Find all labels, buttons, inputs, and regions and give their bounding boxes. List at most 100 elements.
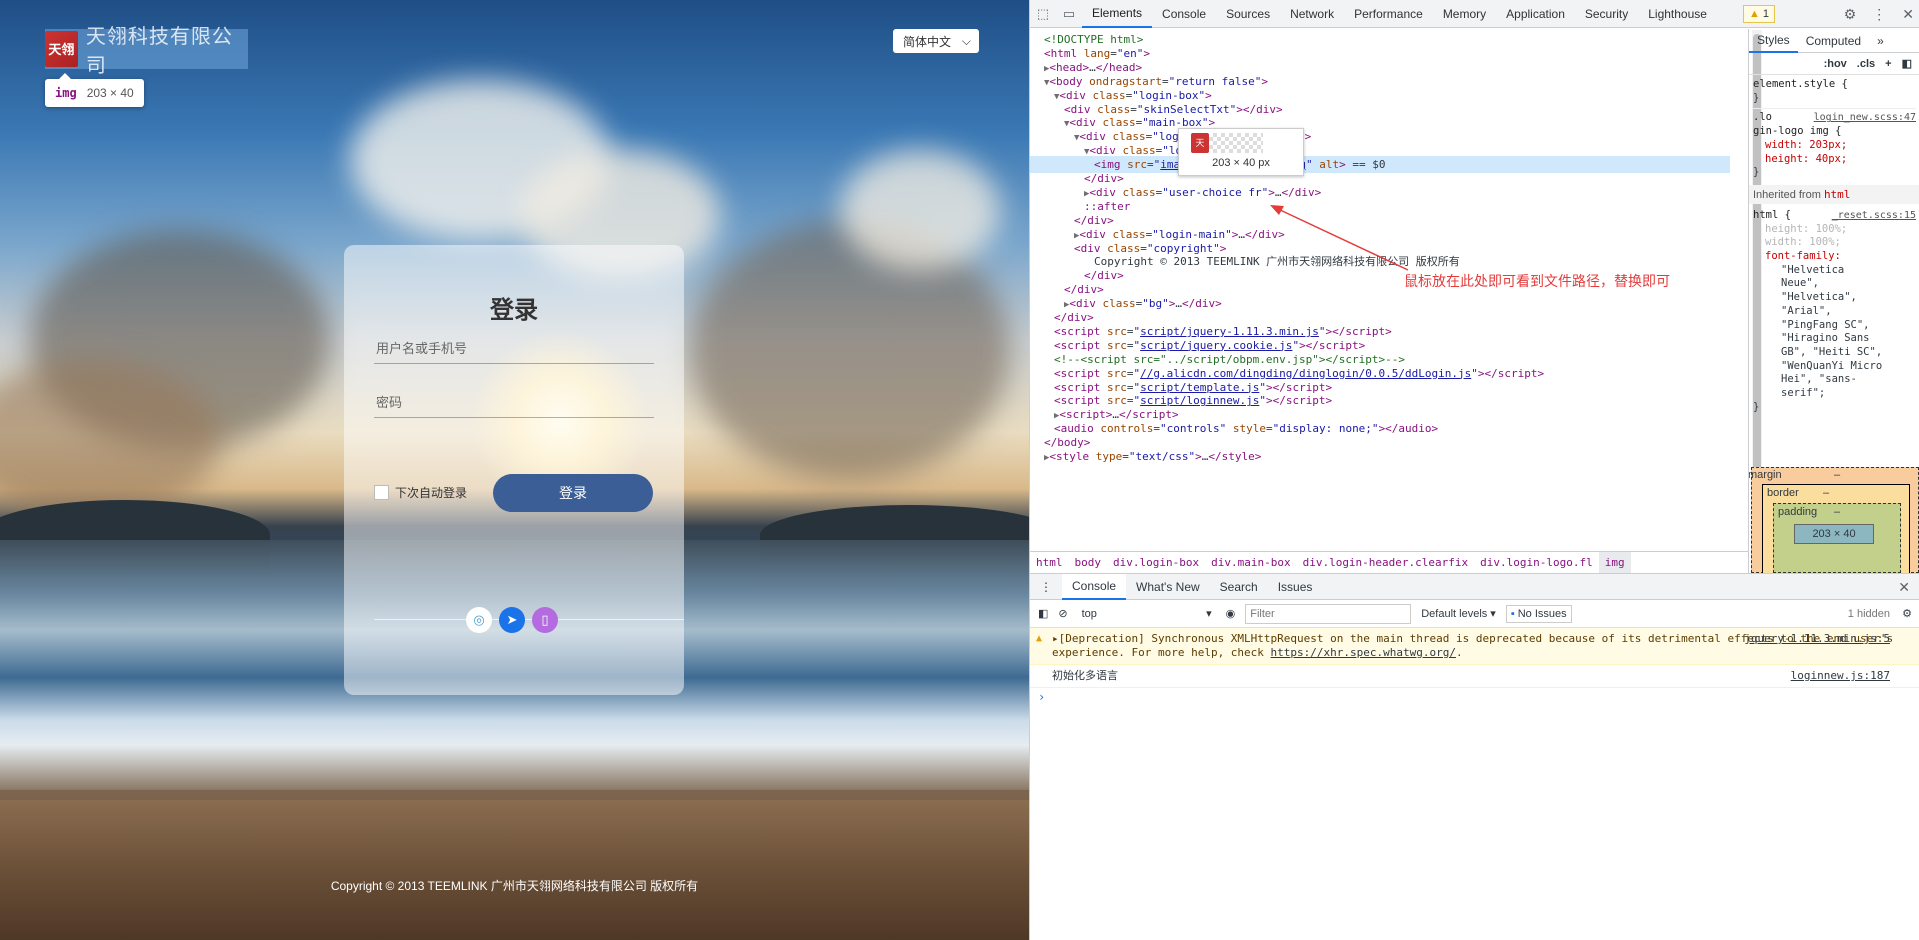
logo-mark-icon: 天翎: [45, 31, 78, 67]
tab-sources[interactable]: Sources: [1216, 0, 1280, 28]
drawer-tab-list: Console What's New Search Issues: [1062, 573, 1323, 600]
breadcrumb-item[interactable]: div.login-logo.fl: [1474, 552, 1599, 574]
drawer-tab-issues[interactable]: Issues: [1268, 574, 1323, 600]
box-content: 203 × 40: [1794, 524, 1874, 544]
styles-pane: Styles Computed » :hov .cls + ◧ element.…: [1748, 29, 1919, 573]
tab-styles[interactable]: Styles: [1749, 29, 1798, 53]
password-field[interactable]: [374, 388, 654, 418]
rule-source-link[interactable]: login_new.scss:47: [1814, 111, 1916, 125]
tab-performance[interactable]: Performance: [1344, 0, 1433, 28]
cloud: [840, 150, 1000, 270]
expand-icon[interactable]: ▸: [1052, 632, 1059, 645]
inherited-label: Inherited from: [1753, 188, 1821, 201]
breadcrumb-item[interactable]: img: [1598, 551, 1631, 574]
log-levels-select[interactable]: Default levels ▾: [1421, 607, 1496, 621]
tab-application[interactable]: Application: [1496, 0, 1575, 28]
breadcrumb-item[interactable]: div.main-box: [1205, 552, 1296, 574]
breadcrumb-item[interactable]: body: [1069, 552, 1108, 574]
html-prop-width: width: 100%;: [1765, 236, 1841, 249]
eye-icon[interactable]: ◉: [1226, 607, 1236, 620]
inherited-header: Inherited from html: [1749, 184, 1919, 204]
dingtalk-icon[interactable]: ➤: [499, 607, 525, 633]
tab-network[interactable]: Network: [1280, 0, 1344, 28]
inherited-tag[interactable]: html: [1824, 188, 1851, 201]
box-border-value: –: [1823, 487, 1830, 499]
console-prompt[interactable]: ›: [1030, 688, 1919, 706]
log-source[interactable]: loginnew.js:187: [1791, 669, 1890, 683]
remember-me[interactable]: 下次自动登录: [374, 484, 467, 501]
image-preview-size: 203 × 40 px: [1212, 157, 1270, 169]
dom-breadcrumb: html body div.login-box div.main-box div.log…: [1030, 551, 1748, 574]
remember-label: 下次自动登录: [395, 486, 468, 500]
breadcrumb-item[interactable]: html: [1030, 552, 1069, 574]
tab-security[interactable]: Security: [1575, 0, 1638, 28]
inspect-element-icon[interactable]: ⬚: [1030, 0, 1056, 28]
username-field[interactable]: [374, 334, 654, 364]
tab-lighthouse[interactable]: Lighthouse: [1638, 0, 1717, 28]
devtools-tabs: Elements Console Sources Network Performance…: [1082, 0, 1717, 28]
log-text: 初始化多语言: [1052, 669, 1118, 682]
drawer-tab-search[interactable]: Search: [1210, 574, 1268, 600]
filter-placeholder: Filter: [1250, 607, 1275, 620]
breadcrumb-item[interactable]: div.login-box: [1107, 552, 1205, 574]
issues-button[interactable]: ▪ No Issues: [1505, 604, 1572, 623]
dom-node[interactable]: ▶<style type="text/css">…</style>: [1030, 448, 1730, 465]
warning-link[interactable]: https://xhr.spec.whatwg.org/: [1271, 646, 1456, 659]
tab-memory[interactable]: Memory: [1433, 0, 1496, 28]
add-rule-icon[interactable]: +: [1885, 58, 1891, 70]
wechat-icon[interactable]: ◎: [466, 607, 492, 633]
annotation-text: 鼠标放在此处即可看到文件路径，替换即可: [1404, 273, 1670, 289]
console-drawer: ⋮ Console What's New Search Issues ✕ ◧ ⊘ to…: [1030, 573, 1919, 940]
context-select[interactable]: top ▾: [1078, 604, 1216, 624]
sidebar-toggle-icon[interactable]: ◧: [1902, 57, 1912, 70]
username-input[interactable]: [376, 334, 654, 363]
drawer-tab-console[interactable]: Console: [1062, 573, 1127, 600]
tab-console[interactable]: Console: [1152, 0, 1216, 28]
console-filter-input[interactable]: Filter: [1245, 603, 1412, 624]
chevron-right-icon[interactable]: »: [1869, 29, 1892, 53]
font-family-prop: font-family:: [1765, 250, 1841, 263]
mobile-icon[interactable]: ▯: [532, 607, 558, 633]
cls-toggle[interactable]: .cls: [1857, 58, 1875, 70]
warning-badge[interactable]: ▲ 1: [1742, 4, 1775, 23]
css-prop-width[interactable]: width: 203px;: [1765, 139, 1847, 151]
hov-toggle[interactable]: :hov: [1824, 58, 1847, 70]
chevron-down-icon: ⌵: [961, 33, 971, 48]
font-family-value: GB", "Heiti SC",: [1781, 345, 1883, 358]
drawer-menu-icon[interactable]: ⋮: [1030, 574, 1062, 600]
html-rule-source[interactable]: _reset.scss:15: [1832, 209, 1916, 223]
language-value: 简体中文: [903, 34, 952, 49]
close-icon[interactable]: ✕: [1902, 6, 1914, 23]
drawer-tab-what-s-new[interactable]: What's New: [1126, 574, 1210, 600]
rule-selector-part-1: .lo: [1753, 111, 1772, 124]
box-border: border – padding – 203 × 40: [1762, 484, 1910, 573]
tab-computed[interactable]: Computed: [1798, 29, 1869, 53]
warning-tail: .: [1455, 646, 1463, 659]
inspect-size: 203 × 40: [86, 86, 134, 100]
gear-icon[interactable]: ⚙: [1844, 6, 1857, 23]
logo-text: 天翎科技有限公司: [85, 26, 233, 77]
breadcrumb-item[interactable]: div.login-header.clearfix: [1297, 552, 1475, 574]
password-input[interactable]: [376, 388, 654, 417]
box-margin-label: margin: [1748, 469, 1782, 481]
sidebar-icon[interactable]: ◧: [1038, 607, 1048, 620]
image-preview-popup: 天 203 × 40 px: [1178, 128, 1304, 176]
language-select[interactable]: 简体中文 ⌵: [893, 29, 979, 53]
inspect-tooltip: img 203 × 40: [45, 73, 144, 107]
styles-tabs: Styles Computed »: [1749, 29, 1919, 53]
device-toolbar-icon[interactable]: ▭: [1056, 0, 1082, 28]
tab-elements[interactable]: Elements: [1082, 0, 1153, 28]
annotation-arrow: [1270, 205, 1409, 271]
close-icon[interactable]: ✕: [1898, 579, 1910, 596]
company-logo: 天翎 天翎科技有限公司: [45, 26, 248, 77]
css-prop-height[interactable]: height: 40px;: [1765, 153, 1847, 165]
login-button[interactable]: 登录: [493, 474, 653, 512]
more-vert-icon[interactable]: ⋮: [1872, 6, 1886, 23]
rule-close: }: [1753, 91, 1760, 104]
gear-icon[interactable]: ⚙: [1902, 607, 1912, 620]
style-rules: element.style { } login_new.scss:47 .lo …: [1749, 75, 1919, 183]
clear-console-icon[interactable]: ⊘: [1058, 607, 1067, 620]
log-levels-value: Default levels: [1421, 607, 1488, 620]
remember-checkbox[interactable]: [374, 485, 389, 500]
warning-source[interactable]: jquery-1.11.3.min.js:5: [1744, 632, 1890, 646]
